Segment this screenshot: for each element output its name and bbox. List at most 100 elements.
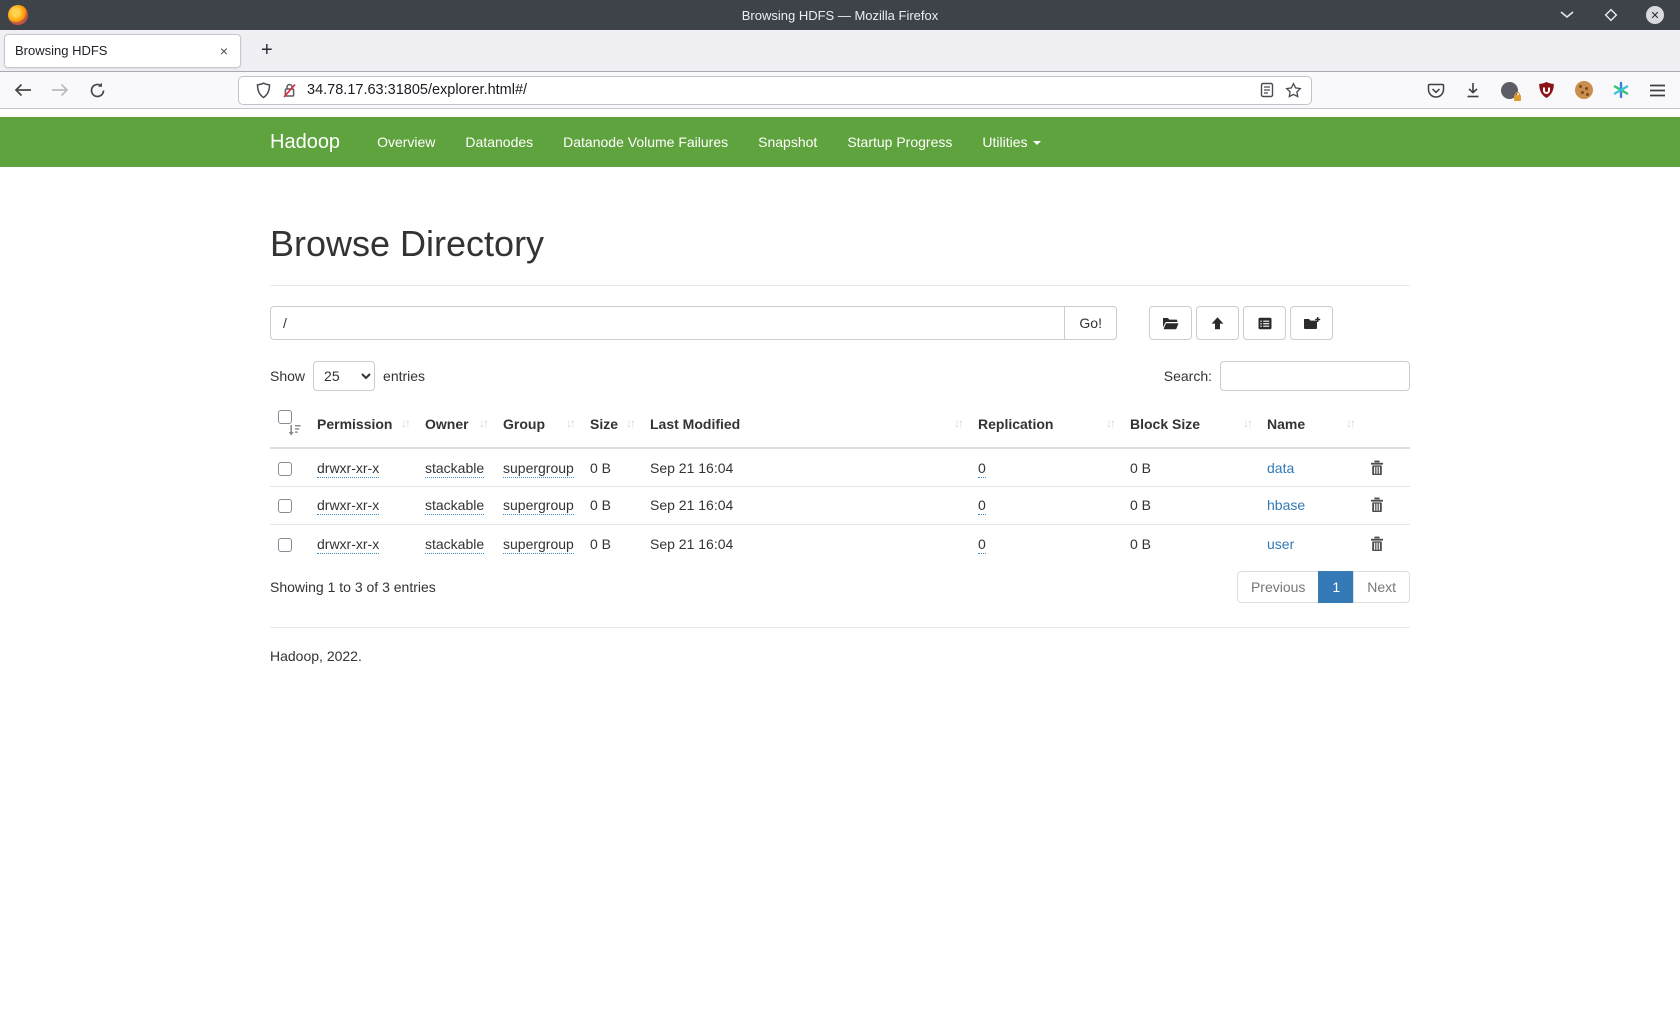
new-tab-button[interactable]: + bbox=[255, 39, 279, 62]
shield-icon[interactable] bbox=[253, 80, 273, 100]
pagination-next[interactable]: Next bbox=[1354, 571, 1410, 603]
tab-close-icon[interactable]: × bbox=[218, 43, 230, 59]
col-header-name[interactable]: Name↓↑ bbox=[1259, 400, 1362, 448]
table-row: drwxr-xr-x stackable supergroup 0 B Sep … bbox=[270, 448, 1410, 486]
sort-icon: ↓↑ bbox=[401, 416, 409, 430]
footer-divider bbox=[270, 627, 1410, 628]
size-cell: 0 B bbox=[582, 448, 642, 486]
group-cell[interactable]: supergroup bbox=[503, 497, 574, 515]
table-row: drwxr-xr-x stackable supergroup 0 B Sep … bbox=[270, 486, 1410, 524]
dir-link-hbase[interactable]: hbase bbox=[1267, 497, 1305, 513]
go-button[interactable]: Go! bbox=[1064, 306, 1117, 340]
sort-icon: ↓↑ bbox=[1106, 416, 1114, 430]
nav-item-overview[interactable]: Overview bbox=[362, 134, 450, 150]
reader-mode-icon[interactable] bbox=[1257, 80, 1277, 100]
hadoop-brand[interactable]: Hadoop bbox=[270, 131, 340, 154]
bookmark-star-icon[interactable] bbox=[1283, 80, 1303, 100]
forward-icon[interactable] bbox=[49, 79, 71, 101]
search-input[interactable] bbox=[1220, 361, 1410, 391]
col-header-replication[interactable]: Replication↓↑ bbox=[970, 400, 1122, 448]
reload-icon[interactable] bbox=[86, 79, 108, 101]
permission-cell[interactable]: drwxr-xr-x bbox=[317, 497, 379, 515]
browser-tab[interactable]: Browsing HDFS × bbox=[4, 34, 241, 68]
back-icon[interactable] bbox=[12, 79, 34, 101]
browser-toolbar: 34.78.17.63:31805/explorer.html#/ bbox=[0, 72, 1680, 109]
window-maximize-icon[interactable] bbox=[1602, 6, 1620, 24]
hamburger-menu-icon[interactable] bbox=[1647, 80, 1668, 101]
col-header-size[interactable]: Size↓↑ bbox=[582, 400, 642, 448]
col-header-last-modified[interactable]: Last Modified↓↑ bbox=[642, 400, 970, 448]
block-size-cell: 0 B bbox=[1122, 524, 1259, 562]
group-cell[interactable]: supergroup bbox=[503, 460, 574, 478]
col-header-block-size[interactable]: Block Size↓↑ bbox=[1122, 400, 1259, 448]
row-checkbox[interactable] bbox=[278, 462, 292, 476]
dir-link-user[interactable]: user bbox=[1267, 536, 1294, 552]
cookie-icon[interactable] bbox=[1573, 80, 1594, 101]
table-row: drwxr-xr-x stackable supergroup 0 B Sep … bbox=[270, 524, 1410, 562]
window-close-icon[interactable]: ✕ bbox=[1646, 6, 1664, 24]
window-minimize-icon[interactable] bbox=[1558, 6, 1576, 24]
replication-cell[interactable]: 0 bbox=[978, 536, 986, 554]
delete-button[interactable] bbox=[1370, 497, 1384, 513]
nav-item-snapshot[interactable]: Snapshot bbox=[743, 134, 832, 150]
nav-item-utilities-dropdown[interactable]: Utilities bbox=[967, 134, 1055, 150]
page-size-select[interactable]: 25 bbox=[313, 361, 375, 391]
ublock-shield-icon[interactable] bbox=[1536, 80, 1557, 101]
sort-icon: ↓↑ bbox=[479, 416, 487, 430]
col-header-permission[interactable]: Permission↓↑ bbox=[309, 400, 417, 448]
row-checkbox[interactable] bbox=[278, 499, 292, 513]
hadoop-navbar: Hadoop Overview Datanodes Datanode Volum… bbox=[0, 117, 1680, 167]
nav-item-datanode-volume-failures[interactable]: Datanode Volume Failures bbox=[548, 134, 743, 150]
extension-lock-icon[interactable] bbox=[1499, 80, 1520, 101]
directory-path-input[interactable] bbox=[270, 306, 1065, 340]
permission-cell[interactable]: drwxr-xr-x bbox=[317, 536, 379, 554]
sort-icon: ↓↑ bbox=[1243, 416, 1251, 430]
color-asterisk-icon[interactable] bbox=[1610, 80, 1631, 101]
directory-table: Permission↓↑ Owner↓↑ Group↓↑ Size↓↑ Last… bbox=[270, 400, 1410, 562]
utilities-label: Utilities bbox=[982, 134, 1027, 150]
nav-item-datanodes[interactable]: Datanodes bbox=[450, 134, 548, 150]
sort-icon: ↓↑ bbox=[1346, 416, 1354, 430]
window-titlebar: Browsing HDFS — Mozilla Firefox ✕ bbox=[0, 0, 1680, 30]
col-header-owner[interactable]: Owner↓↑ bbox=[417, 400, 495, 448]
owner-cell[interactable]: stackable bbox=[425, 497, 484, 515]
new-folder-icon bbox=[1303, 316, 1321, 331]
lock-slash-icon[interactable] bbox=[279, 80, 299, 100]
pagination-page-1[interactable]: 1 bbox=[1319, 571, 1354, 603]
trash-icon bbox=[1370, 536, 1384, 552]
permission-cell[interactable]: drwxr-xr-x bbox=[317, 460, 379, 478]
replication-cell[interactable]: 0 bbox=[978, 497, 986, 515]
pagination: Previous 1 Next bbox=[1237, 571, 1410, 603]
chevron-down-icon bbox=[1033, 141, 1041, 145]
nav-item-startup-progress[interactable]: Startup Progress bbox=[832, 134, 967, 150]
owner-cell[interactable]: stackable bbox=[425, 460, 484, 478]
window-title: Browsing HDFS — Mozilla Firefox bbox=[0, 8, 1680, 23]
block-size-cell: 0 B bbox=[1122, 486, 1259, 524]
pocket-icon[interactable] bbox=[1425, 80, 1446, 101]
url-bar[interactable]: 34.78.17.63:31805/explorer.html#/ bbox=[238, 76, 1312, 105]
file-list-icon bbox=[1257, 316, 1273, 331]
size-cell: 0 B bbox=[582, 524, 642, 562]
sort-descending-icon[interactable] bbox=[288, 424, 301, 439]
download-icon[interactable] bbox=[1462, 80, 1483, 101]
trash-icon bbox=[1370, 460, 1384, 476]
upload-button[interactable] bbox=[1196, 306, 1239, 340]
trash-icon bbox=[1370, 497, 1384, 513]
replication-cell[interactable]: 0 bbox=[978, 460, 986, 478]
open-folder-button[interactable] bbox=[1149, 306, 1192, 340]
table-info: Showing 1 to 3 of 3 entries bbox=[270, 579, 436, 595]
url-text[interactable]: 34.78.17.63:31805/explorer.html#/ bbox=[307, 82, 1251, 98]
row-checkbox[interactable] bbox=[278, 538, 292, 552]
search-label: Search: bbox=[1164, 368, 1212, 384]
select-all-checkbox[interactable] bbox=[278, 410, 292, 424]
delete-button[interactable] bbox=[1370, 536, 1384, 552]
dir-link-data[interactable]: data bbox=[1267, 460, 1294, 476]
group-cell[interactable]: supergroup bbox=[503, 536, 574, 554]
owner-cell[interactable]: stackable bbox=[425, 536, 484, 554]
new-folder-button[interactable] bbox=[1290, 306, 1333, 340]
file-list-button[interactable] bbox=[1243, 306, 1286, 340]
table-header-row: Permission↓↑ Owner↓↑ Group↓↑ Size↓↑ Last… bbox=[270, 400, 1410, 448]
pagination-previous[interactable]: Previous bbox=[1237, 571, 1319, 603]
col-header-group[interactable]: Group↓↑ bbox=[495, 400, 582, 448]
delete-button[interactable] bbox=[1370, 460, 1384, 476]
